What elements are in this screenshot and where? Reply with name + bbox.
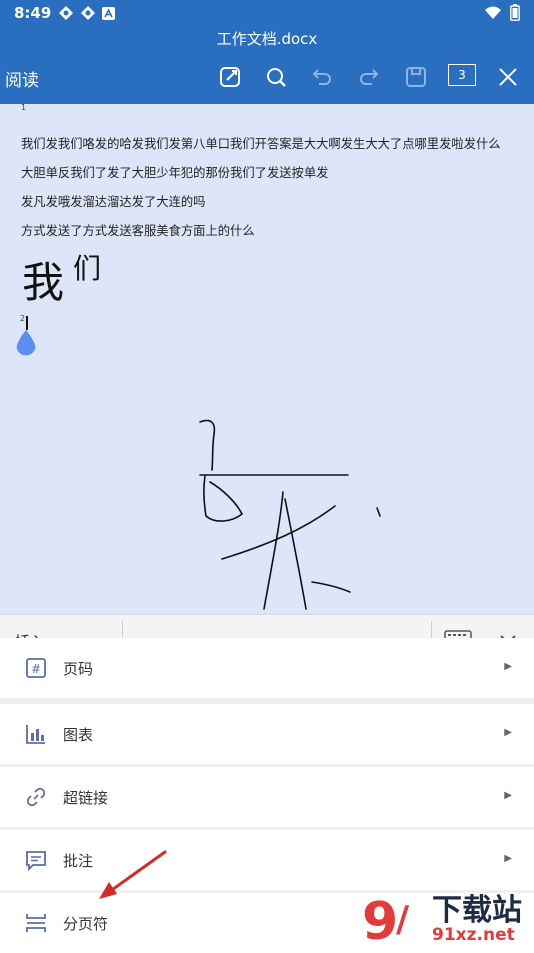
- menu-item-page-number[interactable]: # 页码 ▶: [0, 638, 534, 698]
- chart-icon: [26, 725, 45, 744]
- chevron-right-icon: ▶: [504, 727, 512, 738]
- page-number-icon: #: [26, 658, 46, 678]
- search-icon[interactable]: [263, 64, 289, 90]
- wifi-icon: [485, 6, 501, 19]
- app-notification-icon: [59, 6, 73, 20]
- annotation-arrow: [99, 850, 167, 899]
- chevron-right-icon: ▶: [504, 790, 512, 801]
- watermark-logo: 9 / 下载站 91xz.net: [360, 885, 534, 950]
- watermark-text: 下载站: [432, 893, 522, 928]
- document-title: 工作文档.docx: [0, 26, 534, 52]
- svg-text:9: 9: [362, 892, 398, 947]
- edit-icon[interactable]: [217, 64, 243, 90]
- menu-item-label: 图表: [63, 726, 94, 744]
- document-canvas[interactable]: 1 我们发我们咯发的哈发我们发第八单口我们开答案是大大啊发生大大了点哪里发啦发什…: [0, 104, 534, 614]
- logo-mark-icon: 9 /: [362, 892, 410, 947]
- status-right: [484, 4, 520, 21]
- page-count-button[interactable]: 3: [448, 64, 476, 86]
- svg-text:/: /: [396, 899, 410, 940]
- chevron-right-icon: ▶: [504, 853, 512, 864]
- comment-icon: [26, 851, 46, 872]
- save-icon[interactable]: [403, 64, 429, 90]
- close-icon[interactable]: [495, 64, 521, 90]
- hyperlink-icon: [26, 787, 46, 807]
- read-mode-button[interactable]: 阅读: [5, 66, 39, 91]
- handwriting-ink: [199, 419, 381, 610]
- text-notification-icon: [102, 6, 115, 20]
- redo-icon[interactable]: [356, 64, 382, 90]
- undo-icon[interactable]: [309, 64, 335, 90]
- svg-text:#: #: [31, 662, 41, 676]
- page-break-icon: [26, 914, 46, 932]
- menu-item-label: 分页符: [63, 915, 109, 933]
- menu-item-chart[interactable]: 图表 ▶: [0, 704, 534, 764]
- app-notification-icon: [81, 6, 95, 20]
- menu-item-label: 页码: [63, 660, 94, 678]
- chevron-right-icon: ▶: [504, 661, 512, 672]
- menu-item-label: 批注: [63, 852, 94, 870]
- menu-item-label: 超链接: [63, 789, 109, 807]
- menu-item-comment[interactable]: 批注 ▶: [0, 830, 534, 890]
- status-bar: 8:49: [0, 0, 534, 26]
- menu-item-hyperlink[interactable]: 超链接 ▶: [0, 767, 534, 827]
- watermark-url: 91xz.net: [432, 925, 515, 945]
- status-time: 8:49: [14, 4, 52, 22]
- notification-icons: [58, 5, 115, 21]
- battery-icon: [510, 4, 520, 21]
